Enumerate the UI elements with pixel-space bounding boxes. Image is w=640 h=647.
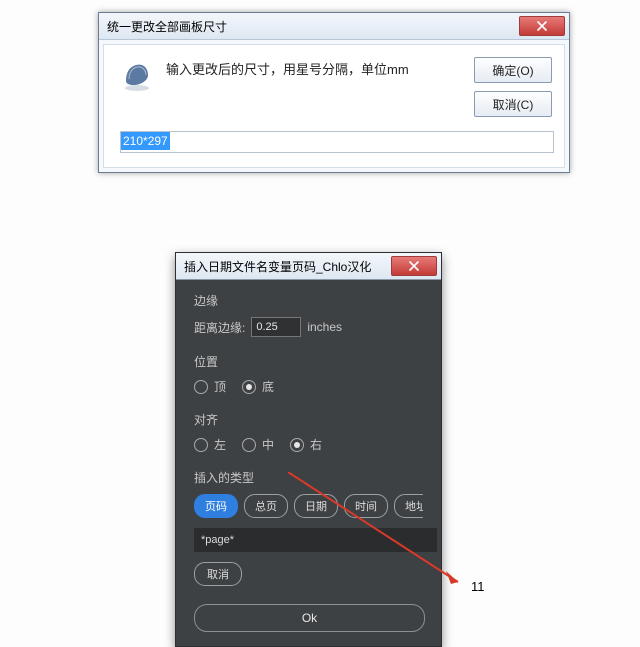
radio-icon [242, 438, 256, 452]
margin-value: 0.25 [256, 321, 277, 333]
close-icon[interactable] [391, 256, 437, 276]
radio-left-label: 左 [214, 436, 226, 453]
insert-input[interactable]: *page* [194, 528, 437, 552]
section-insert-title: 插入的类型 [194, 469, 423, 486]
close-icon[interactable] [519, 16, 565, 36]
radio-top[interactable]: 顶 [194, 378, 226, 395]
section-align-title: 对齐 [194, 411, 423, 428]
section-insert: 插入的类型 页码 总页 日期 时间 地址 文件名 *page* 取消 Ok [194, 469, 423, 632]
radio-center-label: 中 [262, 436, 274, 453]
cancel-button[interactable]: 取消(C) [474, 91, 552, 117]
section-margin: 边缘 距离边缘: 0.25 inches [194, 292, 423, 337]
dialog1-title: 统一更改全部画板尺寸 [107, 18, 519, 35]
pill-time[interactable]: 时间 [344, 494, 388, 518]
page-number: 11 [471, 579, 485, 594]
dialog1-body: 输入更改后的尺寸，用星号分隔，单位mm 确定(O) 取消(C) 210*297 [103, 44, 565, 168]
pill-path[interactable]: 地址 [394, 494, 423, 518]
size-input[interactable]: 210*297 [120, 131, 554, 153]
script-icon [120, 59, 154, 93]
cancel-button[interactable]: 取消 [194, 562, 242, 586]
radio-top-label: 顶 [214, 378, 226, 395]
margin-unit: inches [307, 320, 342, 334]
radio-right[interactable]: 右 [290, 436, 322, 453]
section-position: 位置 顶 底 [194, 353, 423, 395]
margin-label: 距离边缘: [194, 319, 245, 336]
dialog2-body: 边缘 距离边缘: 0.25 inches 位置 顶 底 对齐 [176, 280, 441, 646]
section-margin-title: 边缘 [194, 292, 423, 309]
margin-input[interactable]: 0.25 [251, 317, 301, 337]
insert-variable-dialog: 插入日期文件名变量页码_Chlo汉化 边缘 距离边缘: 0.25 inches … [175, 252, 442, 647]
radio-icon [242, 380, 256, 394]
ok-button[interactable]: Ok [194, 604, 425, 632]
section-position-title: 位置 [194, 353, 423, 370]
section-align: 对齐 左 中 右 [194, 411, 423, 453]
resize-artboards-dialog: 统一更改全部画板尺寸 输入更改后的尺寸，用星号分隔，单位mm 确定(O) 取消(… [98, 12, 570, 173]
radio-icon [194, 438, 208, 452]
pill-page[interactable]: 页码 [194, 494, 238, 518]
dialog1-titlebar[interactable]: 统一更改全部画板尺寸 [99, 13, 569, 40]
pill-date[interactable]: 日期 [294, 494, 338, 518]
radio-icon [290, 438, 304, 452]
dialog1-prompt: 输入更改后的尺寸，用星号分隔，单位mm [166, 57, 464, 78]
radio-center[interactable]: 中 [242, 436, 274, 453]
radio-icon [194, 380, 208, 394]
size-input-value: 210*297 [121, 132, 170, 150]
radio-right-label: 右 [310, 436, 322, 453]
pill-total[interactable]: 总页 [244, 494, 288, 518]
dialog2-titlebar[interactable]: 插入日期文件名变量页码_Chlo汉化 [176, 253, 441, 280]
ok-button[interactable]: 确定(O) [474, 57, 552, 83]
radio-left[interactable]: 左 [194, 436, 226, 453]
dialog2-title: 插入日期文件名变量页码_Chlo汉化 [184, 258, 391, 275]
insert-input-value: *page* [201, 534, 234, 546]
radio-bottom[interactable]: 底 [242, 378, 274, 395]
radio-bottom-label: 底 [262, 378, 274, 395]
